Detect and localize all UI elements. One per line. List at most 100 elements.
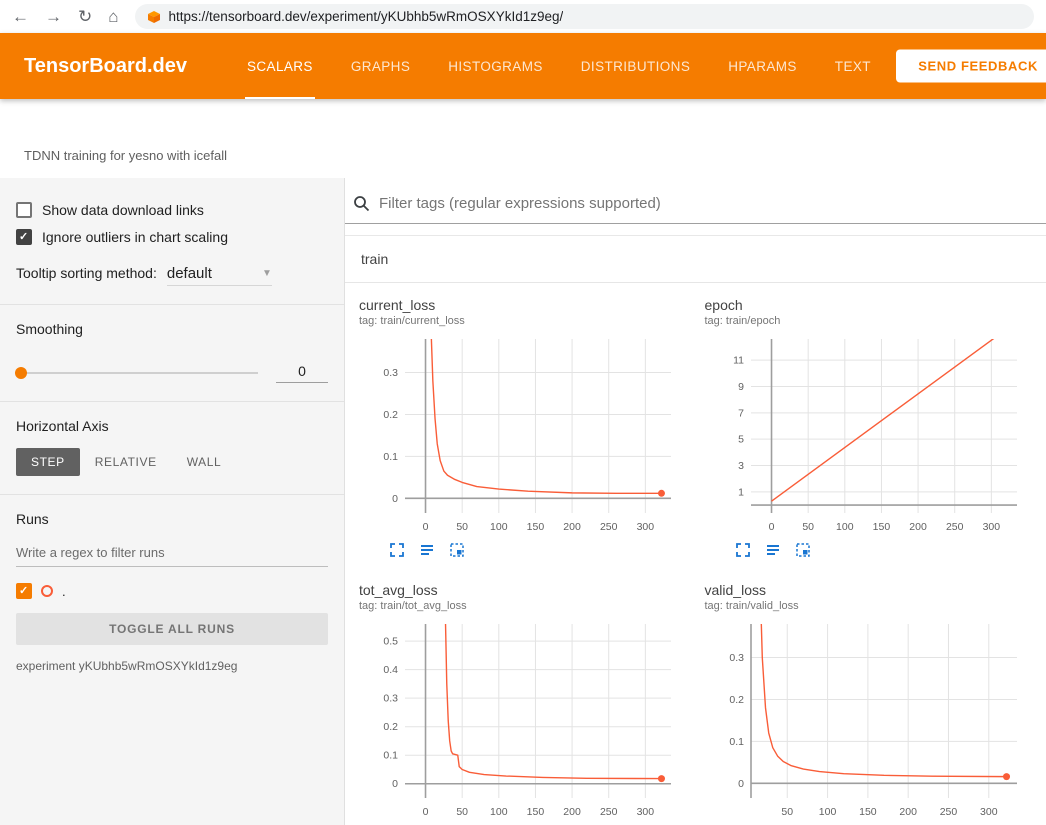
chart-tag: tag: train/valid_loss	[705, 600, 1043, 612]
run-name: .	[62, 584, 66, 599]
axis-wall-button[interactable]: WALL	[172, 448, 237, 476]
show-download-links-row: Show data download links	[16, 202, 328, 218]
svg-text:0: 0	[423, 521, 429, 533]
chart-tag: tag: train/epoch	[705, 315, 1043, 327]
scalars-panel: train current_loss tag: train/current_lo…	[345, 178, 1046, 825]
svg-text:50: 50	[456, 806, 468, 818]
chart-title: tot_avg_loss	[359, 582, 697, 598]
tag-filter-input[interactable]	[379, 195, 1038, 212]
chart-title: epoch	[705, 297, 1043, 313]
chevron-down-icon: ▼	[262, 268, 272, 279]
toggle-all-runs-button[interactable]: TOGGLE ALL RUNS	[16, 613, 328, 645]
svg-text:300: 300	[980, 806, 998, 818]
svg-text:200: 200	[563, 521, 581, 533]
smoothing-value-input[interactable]: 0	[276, 363, 328, 383]
svg-text:300: 300	[637, 806, 655, 818]
chart-grid: current_loss tag: train/current_loss 00.…	[345, 283, 1046, 825]
svg-text:100: 100	[490, 521, 508, 533]
svg-text:100: 100	[836, 521, 854, 533]
svg-text:0.1: 0.1	[729, 736, 744, 748]
chart-svg[interactable]: 00.10.20.350100150200250300	[705, 616, 1027, 824]
svg-text:0.1: 0.1	[383, 451, 398, 463]
train-section: train current_loss tag: train/current_lo…	[345, 235, 1046, 825]
chart-card: tot_avg_loss tag: train/tot_avg_loss 00.…	[359, 582, 697, 825]
svg-text:1: 1	[738, 486, 744, 498]
svg-text:300: 300	[637, 521, 655, 533]
svg-text:0.2: 0.2	[383, 721, 398, 733]
svg-text:50: 50	[802, 521, 814, 533]
search-icon	[353, 195, 370, 212]
svg-text:9: 9	[738, 381, 744, 393]
chart-tag: tag: train/current_loss	[359, 315, 697, 327]
train-section-header[interactable]: train	[345, 236, 1046, 283]
settings-sidebar: Show data download links Ignore outliers…	[0, 178, 345, 825]
show-download-links-label: Show data download links	[42, 202, 204, 218]
chart-toolbar	[389, 542, 697, 558]
chart-svg[interactable]: 1357911050100150200250300	[705, 331, 1027, 539]
svg-text:250: 250	[945, 521, 963, 533]
tooltip-sorting-row: Tooltip sorting method: default ▼	[16, 265, 328, 286]
experiment-title: TDNN training for yesno with icefall	[24, 148, 227, 163]
svg-text:200: 200	[899, 806, 917, 818]
svg-text:200: 200	[909, 521, 927, 533]
chart-card: valid_loss tag: train/valid_loss 00.10.2…	[705, 582, 1043, 825]
app-logo: TensorBoard.dev	[24, 55, 187, 78]
runs-list-icon[interactable]	[765, 542, 781, 558]
tab-text[interactable]: TEXT	[833, 33, 873, 99]
smoothing-slider-thumb[interactable]	[15, 367, 27, 379]
site-favicon-icon	[147, 10, 161, 24]
svg-text:3: 3	[738, 460, 744, 472]
forward-icon[interactable]: →	[45, 8, 62, 25]
tab-graphs[interactable]: GRAPHS	[349, 33, 412, 99]
tab-scalars[interactable]: SCALARS	[245, 33, 315, 99]
runs-list-icon[interactable]	[419, 542, 435, 558]
svg-text:0: 0	[768, 521, 774, 533]
tag-filter-row	[345, 178, 1046, 224]
svg-text:250: 250	[600, 806, 618, 818]
axis-step-button[interactable]: STEP	[16, 448, 80, 476]
tab-distributions[interactable]: DISTRIBUTIONS	[579, 33, 692, 99]
home-icon[interactable]: ⌂	[108, 8, 118, 25]
svg-text:0: 0	[738, 778, 744, 790]
experiment-id: experiment yKUbhb5wRmOSXYkId1z9eg	[16, 659, 328, 673]
address-bar[interactable]: https://tensorboard.dev/experiment/yKUbh…	[135, 4, 1034, 29]
svg-text:100: 100	[490, 806, 508, 818]
fit-domain-icon[interactable]	[449, 542, 465, 558]
tab-hparams[interactable]: HPARAMS	[726, 33, 799, 99]
nav-tabs: SCALARS GRAPHS HISTOGRAMS DISTRIBUTIONS …	[245, 33, 873, 99]
send-feedback-button[interactable]: SEND FEEDBACK	[896, 50, 1046, 83]
tooltip-sorting-select[interactable]: default ▼	[167, 265, 272, 286]
chart-tag: tag: train/tot_avg_loss	[359, 600, 697, 612]
svg-text:0.3: 0.3	[729, 652, 744, 664]
chart-card: epoch tag: train/epoch 13579110501001502…	[705, 297, 1043, 558]
svg-text:300: 300	[982, 521, 1000, 533]
svg-text:150: 150	[527, 806, 545, 818]
svg-text:7: 7	[738, 407, 744, 419]
tab-histograms[interactable]: HISTOGRAMS	[446, 33, 545, 99]
svg-text:0.2: 0.2	[383, 409, 398, 421]
show-download-links-checkbox[interactable]	[16, 202, 32, 218]
axis-relative-button[interactable]: RELATIVE	[80, 448, 172, 476]
url-text: https://tensorboard.dev/experiment/yKUbh…	[169, 9, 564, 24]
svg-text:150: 150	[527, 521, 545, 533]
sidebar-divider	[0, 401, 344, 402]
run-checkbox[interactable]	[16, 583, 32, 599]
smoothing-slider[interactable]	[16, 372, 258, 374]
svg-text:100: 100	[818, 806, 836, 818]
expand-chart-icon[interactable]	[389, 542, 405, 558]
ignore-outliers-checkbox[interactable]	[16, 229, 32, 245]
tooltip-sorting-label: Tooltip sorting method:	[16, 265, 157, 281]
chart-svg[interactable]: 00.10.20.3050100150200250300	[359, 331, 681, 539]
fit-domain-icon[interactable]	[795, 542, 811, 558]
expand-chart-icon[interactable]	[735, 542, 751, 558]
svg-text:0.3: 0.3	[383, 693, 398, 705]
chart-svg[interactable]: 00.10.20.30.40.5050100150200250300	[359, 616, 681, 824]
svg-text:0.3: 0.3	[383, 367, 398, 379]
back-icon[interactable]: ←	[12, 8, 29, 25]
chart-toolbar	[735, 542, 1043, 558]
svg-text:50: 50	[781, 806, 793, 818]
browser-chrome: ← → ↻ ⌂ https://tensorboard.dev/experime…	[0, 0, 1046, 33]
runs-filter-input[interactable]	[16, 539, 328, 567]
reload-icon[interactable]: ↻	[78, 8, 92, 25]
app-header: TensorBoard.dev SCALARS GRAPHS HISTOGRAM…	[0, 33, 1046, 99]
